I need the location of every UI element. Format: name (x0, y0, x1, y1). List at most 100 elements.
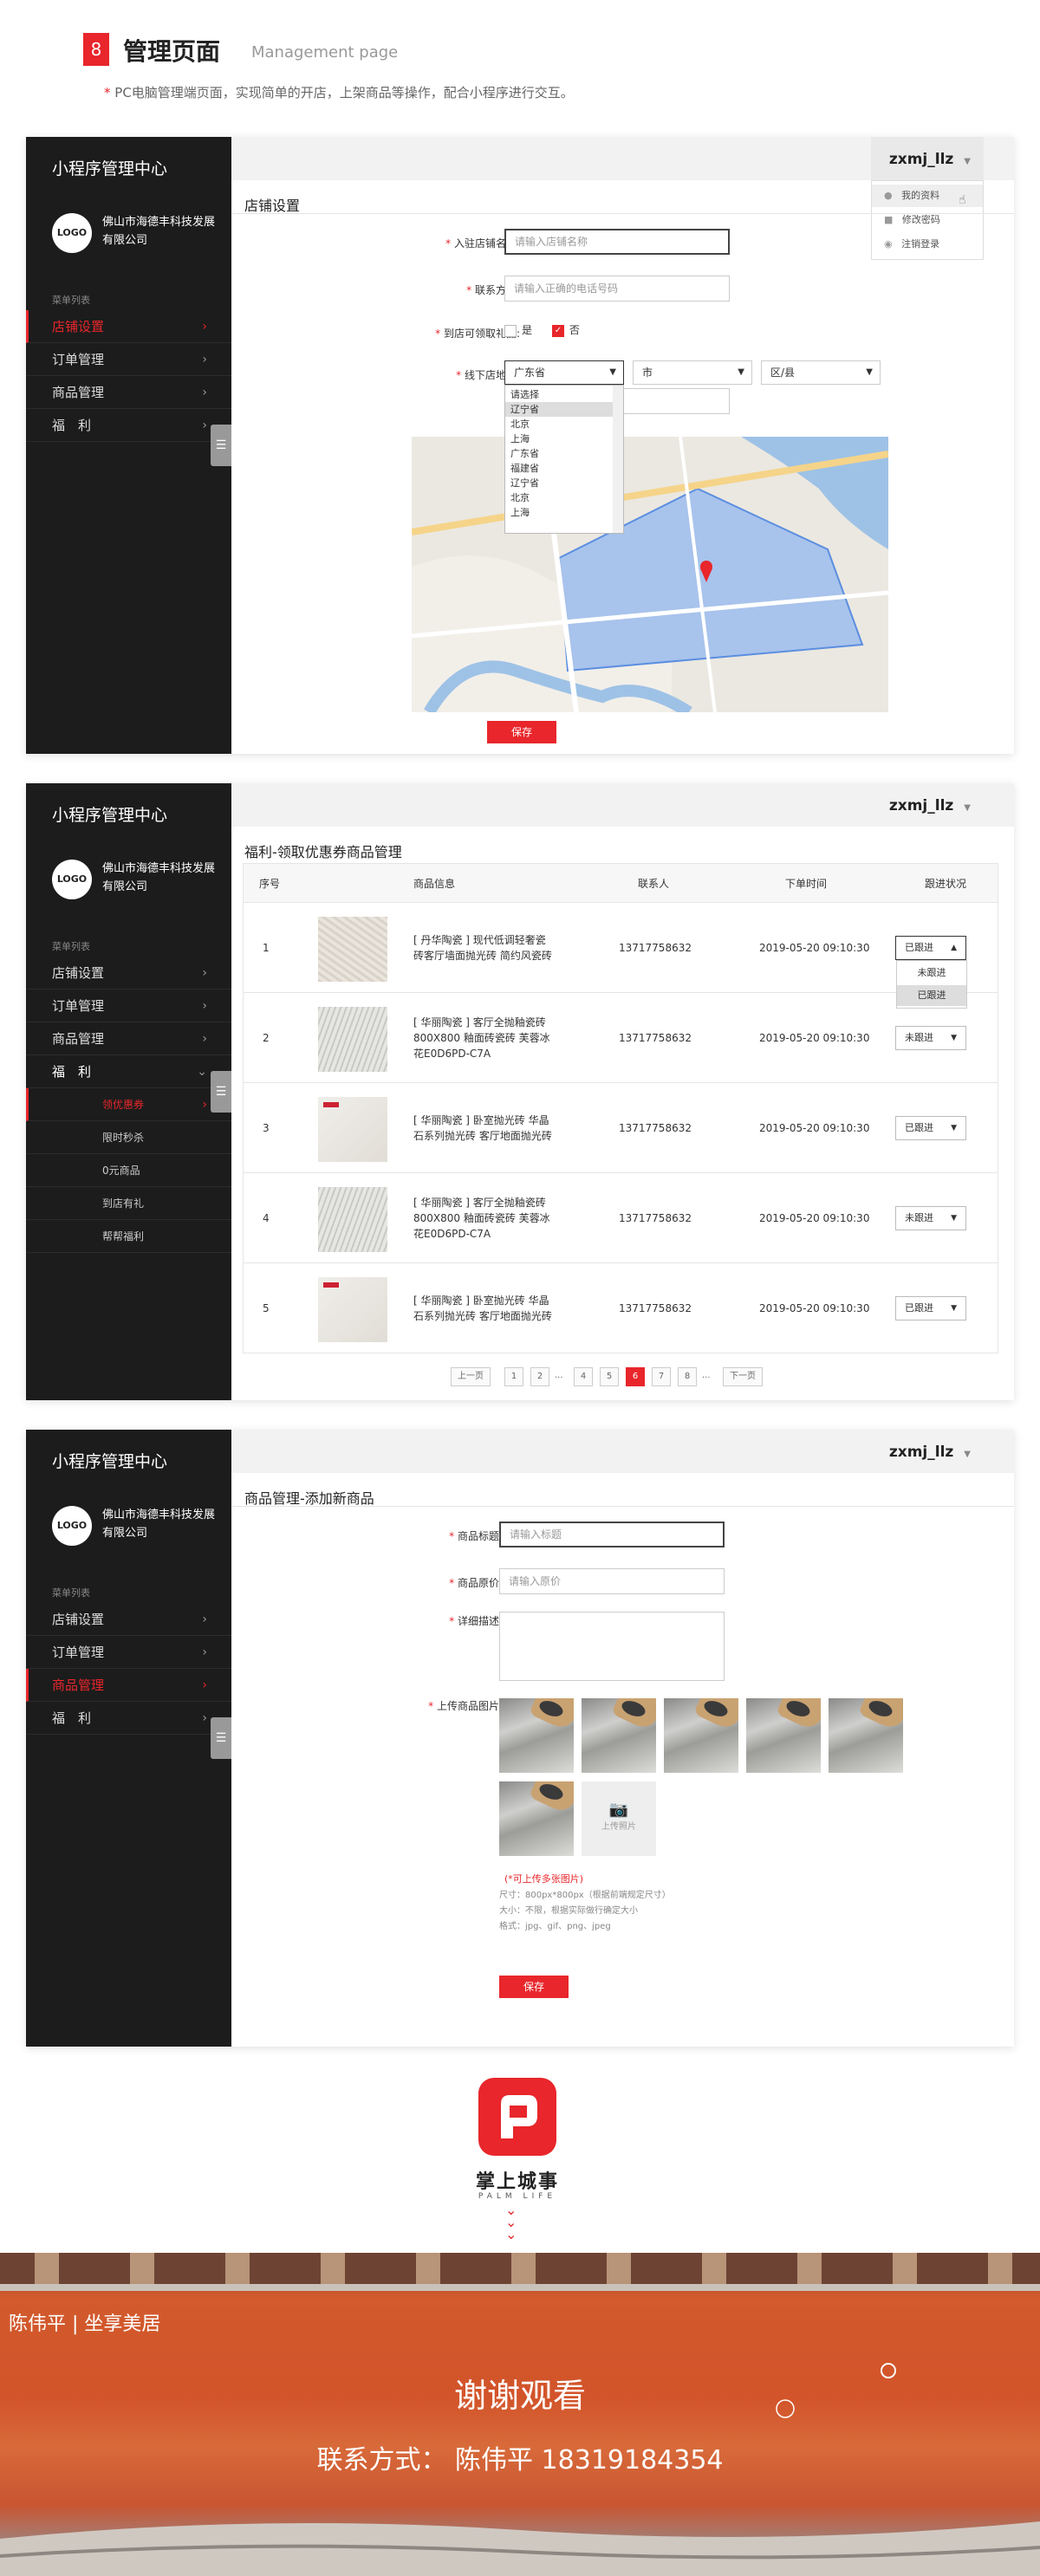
uploaded-image[interactable] (746, 1698, 821, 1773)
status-option[interactable]: 未跟进 (897, 963, 966, 983)
app-icon (478, 2078, 556, 2156)
save-button[interactable]: 保存 (487, 721, 556, 743)
chevron-right-icon: › (202, 386, 207, 399)
province-option[interactable]: 北京 (505, 417, 613, 431)
sidebar-toggle-icon[interactable]: ☰ (211, 1717, 231, 1759)
upload-photo-button[interactable]: 📷 上传照片 (582, 1781, 656, 1856)
uploaded-image[interactable] (499, 1698, 574, 1773)
table-row: 3 [ 华丽陶瓷 ] 卧室抛光砖 华晶石系列抛光砖 客厅地面抛光砖 137177… (243, 1083, 998, 1173)
status-select[interactable]: 未跟进 ▼ (895, 1026, 966, 1050)
nav-sub-help-welfare[interactable]: 帮帮福利 (26, 1220, 231, 1253)
nav-orders[interactable]: 订单管理 › (26, 1636, 231, 1669)
sidebar-toggle-icon[interactable]: ☰ (211, 1071, 231, 1113)
select-value: 市 (642, 367, 653, 379)
province-option[interactable]: 上海 (505, 505, 613, 520)
page-button[interactable]: 8 (678, 1367, 697, 1386)
province-option[interactable]: 福建省 (505, 461, 613, 476)
store-settings-panel: 小程序管理中心 LOGO 佛山市海德丰科技发展有限公司 菜单列表 店铺设置 › 订… (26, 137, 1014, 754)
nav-welfare[interactable]: 福 利 ⌄ (26, 1055, 231, 1088)
status-select[interactable]: 已跟进 ▲ (895, 936, 966, 960)
nav-orders[interactable]: 订单管理 › (26, 343, 231, 376)
gift-yes-checkbox[interactable]: 是 (504, 324, 532, 337)
status-select[interactable]: 已跟进 ▼ (895, 1116, 966, 1140)
user-name[interactable]: zxmj_llz ▼ (889, 1444, 971, 1461)
nav-store-settings[interactable]: 店铺设置 › (26, 957, 231, 990)
product-image (318, 1007, 387, 1072)
product-image (318, 1187, 387, 1252)
city-select[interactable]: 市 ▼ (633, 360, 752, 385)
page-button[interactable]: 4 (574, 1367, 593, 1386)
lock-icon: ■ (884, 214, 894, 225)
uploaded-image[interactable] (499, 1781, 574, 1856)
status-option[interactable]: 已跟进 (897, 985, 966, 1006)
gift-no-checkbox[interactable]: ✓ 否 (551, 324, 580, 337)
page-title: 管理页面 (123, 37, 221, 66)
uploaded-image[interactable] (664, 1698, 738, 1773)
nav-sub-coupon[interactable]: 领优惠券 › (26, 1088, 231, 1121)
province-select[interactable]: 广东省 ▼ (504, 360, 624, 385)
nav-goods[interactable]: 商品管理 › (26, 1669, 231, 1702)
page-button[interactable]: 7 (652, 1367, 671, 1386)
uploaded-image[interactable] (829, 1698, 903, 1773)
page-button[interactable]: 5 (600, 1367, 619, 1386)
status-select[interactable]: 未跟进 ▼ (895, 1206, 966, 1230)
goods-price-input[interactable]: 请输入原价 (499, 1568, 725, 1594)
nav-orders[interactable]: 订单管理 › (26, 990, 231, 1022)
user-menu-password[interactable]: ■ 修改密码 (872, 209, 983, 231)
upload-note-size: 尺寸：800px*800px（根据前端规定尺寸） (499, 1891, 671, 1900)
prev-page-button[interactable]: 上一页 (451, 1367, 491, 1386)
district-select[interactable]: 区/县 ▼ (761, 360, 881, 385)
user-menu-logout[interactable]: ◉ 注销登录 (872, 233, 983, 256)
nav-label: 订单管理 (52, 998, 105, 1014)
nav-store-settings[interactable]: 店铺设置 › (26, 1603, 231, 1636)
province-option[interactable]: 辽宁省 (505, 476, 613, 490)
nav-welfare[interactable]: 福 利 › (26, 409, 231, 442)
contact-input[interactable]: 请输入正确的电话号码 (504, 276, 730, 302)
user-name[interactable]: zxmj_llz ▼ (889, 151, 971, 168)
page-button[interactable]: 2 (530, 1367, 549, 1386)
nav-sub-free-goods[interactable]: 0元商品 (26, 1154, 231, 1187)
nav-sub-flash-sale[interactable]: 限时秒杀 (26, 1121, 231, 1154)
store-name-input[interactable]: 请输入店铺名称 (504, 229, 730, 255)
chevron-right-icon: › (202, 1612, 207, 1626)
next-page-button[interactable]: 下一页 (723, 1367, 763, 1386)
nav-goods[interactable]: 商品管理 › (26, 376, 231, 409)
map-graphic (412, 437, 888, 712)
nav-label: 商品管理 (52, 1677, 105, 1693)
status-select[interactable]: 已跟进 ▼ (895, 1296, 966, 1320)
nav-welfare[interactable]: 福 利 › (26, 1702, 231, 1735)
page-button[interactable]: 1 (504, 1367, 523, 1386)
page-button-current[interactable]: 6 (626, 1367, 645, 1386)
province-option[interactable]: 北京 (505, 490, 613, 505)
contact-phone: 13717758632 (619, 1301, 692, 1314)
col-info: 商品信息 (413, 878, 456, 890)
menu-item-label: 我的资料 (901, 190, 940, 201)
province-option[interactable]: 广东省 (505, 446, 613, 461)
province-option[interactable]: 辽宁省 (505, 402, 613, 417)
product-info: [ 华丽陶瓷 ] 客厅全抛釉瓷砖800X800 釉面砖瓷砖 芙蓉冰花E0D6PD… (413, 1196, 550, 1240)
province-option[interactable]: 请选择 (505, 387, 613, 402)
map-view[interactable] (412, 437, 888, 712)
save-button[interactable]: 保存 (499, 1976, 569, 1998)
uploaded-image[interactable] (582, 1698, 656, 1773)
sidebar-title: 小程序管理中心 (52, 1452, 168, 1471)
province-option[interactable]: 上海 (505, 431, 613, 446)
section-number-badge: 8 (83, 33, 109, 66)
goods-desc-textarea[interactable] (499, 1612, 725, 1681)
goods-title-label: * 商品标题: (449, 1530, 503, 1542)
goods-title-input[interactable]: 请输入标题 (499, 1522, 725, 1548)
dropdown-scrollbar[interactable] (613, 386, 623, 533)
nav-label: 订单管理 (52, 352, 105, 367)
menu-item-label: 注销登录 (901, 238, 940, 250)
user-menu-profile[interactable]: ● 我的资料 (872, 185, 983, 207)
nav-label: 商品管理 (52, 1031, 105, 1047)
nav-store-settings[interactable]: 店铺设置 › (26, 310, 231, 343)
sidebar-toggle-icon[interactable]: ☰ (211, 425, 231, 466)
menu-item-label: 修改密码 (901, 214, 940, 225)
gift-options: 是 ✓ 否 (504, 322, 580, 337)
label-text: 详细描述: (457, 1615, 503, 1627)
nav-sub-store-gift[interactable]: 到店有礼 (26, 1187, 231, 1220)
brand-name-en: PALM LIFE (478, 2192, 557, 2201)
user-name[interactable]: zxmj_llz ▼ (889, 797, 971, 814)
nav-goods[interactable]: 商品管理 › (26, 1022, 231, 1055)
